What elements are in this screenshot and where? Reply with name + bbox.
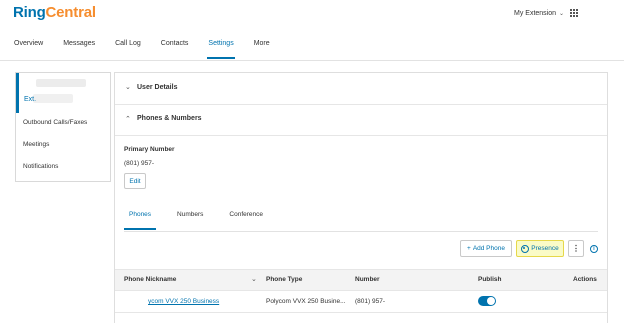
more-options-button[interactable]: ⋮ bbox=[568, 240, 584, 257]
col-phone-type: Phone Type bbox=[266, 276, 303, 283]
logo-part-central: Central bbox=[45, 4, 96, 21]
subtab-conference[interactable]: Conference bbox=[224, 211, 268, 230]
number-cell: (801) 957- bbox=[355, 298, 385, 305]
nav-divider bbox=[0, 60, 624, 61]
section-phones-numbers[interactable]: ⌃ Phones & Numbers bbox=[115, 104, 607, 136]
settings-sidebar: Ext. Outbound Calls/Faxes Meetings Notif… bbox=[15, 72, 111, 182]
main-nav: Overview Messages Call Log Contacts Sett… bbox=[14, 40, 290, 59]
chevron-down-icon[interactable]: ⌄ bbox=[251, 275, 257, 283]
presence-icon bbox=[521, 244, 530, 253]
primary-number-label: Primary Number bbox=[124, 146, 175, 153]
phone-nickname-link[interactable]: ycom VVX 250 Business bbox=[148, 298, 219, 305]
sidebar-item-outbound-calls-faxes[interactable]: Outbound Calls/Faxes bbox=[23, 119, 87, 126]
subtab-numbers[interactable]: Numbers bbox=[172, 211, 208, 230]
tab-messages[interactable]: Messages bbox=[63, 40, 95, 59]
sidebar-item-notifications[interactable]: Notifications bbox=[23, 163, 58, 170]
chevron-up-icon: ⌃ bbox=[125, 116, 131, 123]
add-phone-label: Add Phone bbox=[472, 245, 505, 252]
sidebar-item-meetings[interactable]: Meetings bbox=[23, 141, 49, 148]
info-icon[interactable]: i bbox=[590, 245, 598, 253]
phones-subtabs: Phones Numbers Conference bbox=[124, 211, 284, 230]
tab-call-log[interactable]: Call Log bbox=[115, 40, 141, 59]
presence-label: Presence bbox=[531, 245, 559, 252]
col-number: Number bbox=[355, 276, 380, 283]
chevron-down-icon: ⌄ bbox=[559, 11, 565, 17]
sidebar-ext-label: Ext. bbox=[24, 96, 37, 103]
col-phone-nickname: Phone Nickname bbox=[124, 276, 177, 283]
chevron-down-icon: ⌄ bbox=[125, 84, 131, 91]
tab-overview[interactable]: Overview bbox=[14, 40, 43, 59]
tab-settings[interactable]: Settings bbox=[207, 40, 236, 59]
phones-table-header: Phone Nickname ⌄ Phone Type Number Publi… bbox=[115, 269, 607, 291]
primary-number-value: (801) 957- bbox=[124, 160, 154, 167]
sidebar-item-user[interactable]: Ext. bbox=[16, 73, 110, 113]
table-row: ycom VVX 250 Business Polycom VVX 250 Bu… bbox=[115, 291, 607, 313]
subtab-phones[interactable]: Phones bbox=[124, 211, 157, 230]
presence-button[interactable]: Presence bbox=[516, 240, 564, 257]
my-extension-label: My Extension bbox=[514, 10, 557, 17]
section-title: User Details bbox=[137, 84, 178, 91]
redacted-name bbox=[36, 79, 86, 87]
tab-more[interactable]: More bbox=[254, 40, 270, 59]
col-publish: Publish bbox=[478, 276, 502, 283]
vertical-dots-icon: ⋮ bbox=[572, 244, 580, 253]
edit-button[interactable]: Edit bbox=[124, 173, 146, 189]
publish-toggle[interactable] bbox=[478, 296, 496, 306]
redacted-extension bbox=[33, 94, 73, 103]
logo-part-ring: Ring bbox=[13, 4, 46, 21]
col-actions: Actions bbox=[573, 276, 597, 283]
my-extension-menu[interactable]: My Extension ⌄ bbox=[514, 10, 564, 17]
phone-type-cell: Polycom VVX 250 Busine... bbox=[266, 298, 346, 305]
plus-icon: + bbox=[467, 245, 471, 252]
tab-contacts[interactable]: Contacts bbox=[161, 40, 189, 59]
subtab-divider bbox=[124, 231, 598, 232]
add-phone-button[interactable]: + Add Phone bbox=[460, 240, 512, 257]
app-grid-icon[interactable] bbox=[570, 9, 578, 17]
section-user-details[interactable]: ⌄ User Details bbox=[115, 73, 607, 105]
section-title: Phones & Numbers bbox=[137, 115, 202, 122]
ringcentral-logo: RingCentral bbox=[13, 4, 96, 21]
